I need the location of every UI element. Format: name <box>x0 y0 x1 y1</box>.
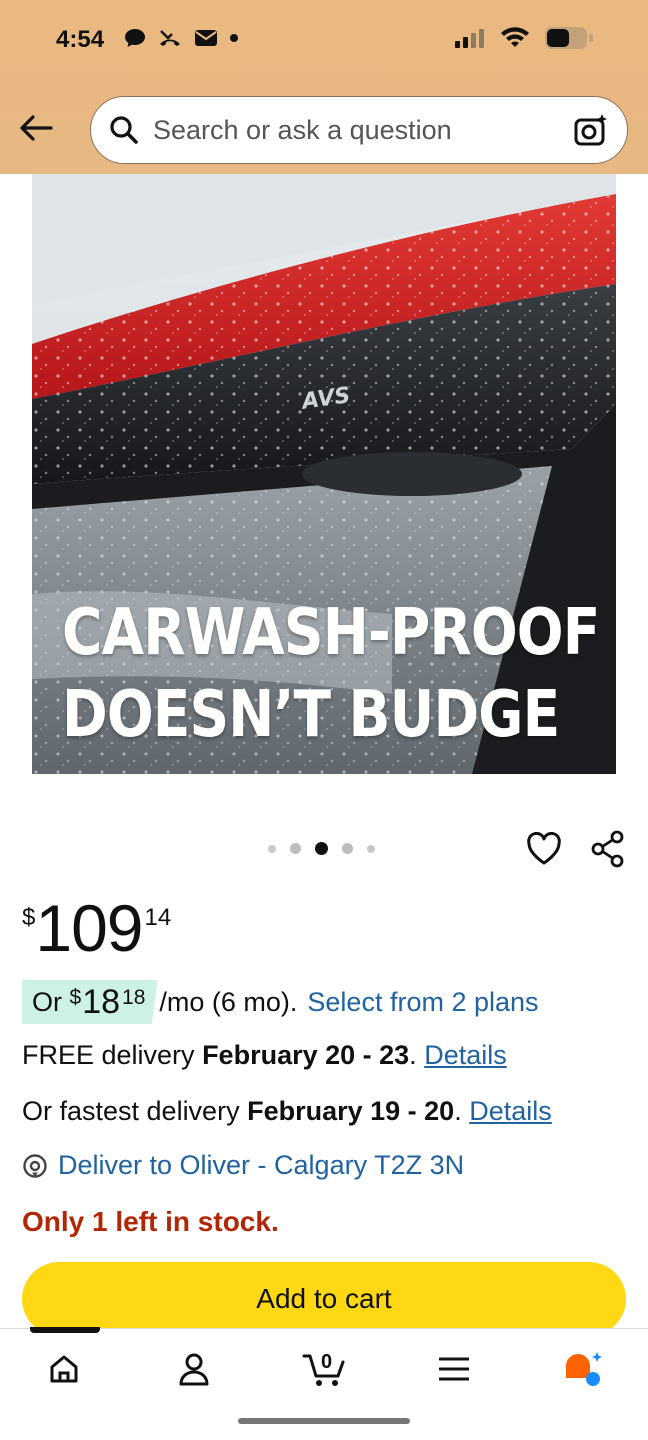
carousel-dot[interactable] <box>268 844 276 853</box>
payment-plan: Or $ 18 18 /mo (6 mo). Select from 2 pla… <box>22 980 539 1024</box>
search-icon <box>110 116 138 144</box>
carousel-indicator[interactable] <box>268 842 375 855</box>
plan-fraction: 18 <box>122 986 146 1009</box>
battery-icon <box>545 27 593 49</box>
mail-icon <box>195 30 217 46</box>
fastest-delivery-period: . <box>454 1096 462 1126</box>
nav-rufus-assistant[interactable] <box>560 1345 608 1393</box>
product-price: $ 109 14 <box>22 892 171 964</box>
cart-count: 0 <box>321 1351 333 1373</box>
status-system-icons <box>454 26 594 50</box>
camera-sparkle-icon <box>574 114 607 146</box>
plan-suffix: /mo (6 mo). <box>159 986 298 1017</box>
carousel-dot[interactable] <box>290 843 301 854</box>
menu-icon <box>439 1357 469 1381</box>
carousel-dot-active[interactable] <box>315 842 328 855</box>
fastest-delivery-details-link[interactable]: Details <box>469 1096 552 1126</box>
free-delivery-line: FREE delivery February 20 - 23. Details <box>22 1040 507 1071</box>
free-delivery-period: . <box>409 1040 417 1070</box>
fastest-delivery-line: Or fastest delivery February 19 - 20. De… <box>22 1096 552 1127</box>
status-time: 4:54 <box>56 26 105 53</box>
price-currency: $ <box>22 904 36 931</box>
search-input[interactable]: Search or ask a question <box>153 115 571 146</box>
dot-indicator-icon <box>230 34 238 42</box>
home-icon <box>50 1355 78 1383</box>
price-fraction: 14 <box>144 904 172 931</box>
carousel-dot[interactable] <box>342 843 353 854</box>
rufus-ai-icon <box>566 1352 602 1386</box>
nav-home[interactable] <box>40 1345 88 1393</box>
chat-bubble-icon <box>125 29 145 47</box>
back-button[interactable] <box>16 108 56 148</box>
price-whole: 109 <box>35 891 143 965</box>
signal-icon <box>455 29 484 48</box>
free-delivery-details-link[interactable]: Details <box>424 1040 507 1070</box>
wishlist-button[interactable] <box>526 831 562 871</box>
nav-account[interactable] <box>170 1345 218 1393</box>
wifi-icon <box>501 27 529 47</box>
deliver-to-link[interactable]: Deliver to Oliver - Calgary T2Z 3N <box>22 1150 464 1181</box>
heart-icon <box>527 831 561 865</box>
share-icon <box>591 830 624 868</box>
home-indicator <box>238 1418 410 1424</box>
account-icon <box>179 1353 209 1386</box>
nav-active-indicator <box>30 1327 100 1333</box>
free-delivery-dates: February 20 - 23 <box>202 1040 410 1070</box>
nav-menu[interactable] <box>430 1345 478 1393</box>
search-bar[interactable]: Search or ask a question <box>90 96 628 164</box>
hero-headline-line-2: DOESN’T BUDGE <box>62 678 560 752</box>
monthly-price-chip: Or $ 18 18 <box>22 980 158 1024</box>
plan-prefix: Or <box>32 986 70 1017</box>
top-header: 4:54 Search or ask a question <box>0 0 648 174</box>
stock-status: Only 1 left in stock. <box>22 1206 279 1237</box>
fastest-delivery-label: Or fastest delivery <box>22 1096 248 1126</box>
location-pin-icon <box>23 1153 47 1178</box>
back-arrow-icon <box>20 115 53 141</box>
fastest-delivery-dates: February 19 - 20 <box>247 1096 455 1126</box>
status-notification-icons <box>124 28 238 48</box>
nav-cart[interactable]: 0 <box>300 1345 350 1393</box>
carousel-dot[interactable] <box>367 844 375 853</box>
plan-whole: 18 <box>82 982 121 1021</box>
camera-search-button[interactable] <box>571 110 611 150</box>
deliver-to-text[interactable]: Deliver to Oliver - Calgary T2Z 3N <box>58 1150 464 1181</box>
free-delivery-label: FREE delivery <box>22 1040 203 1070</box>
share-button[interactable] <box>590 830 626 873</box>
hero-headline: CARWASH-PROOF DOESN’T BUDGE <box>62 592 600 756</box>
hero-headline-line-1: CARWASH-PROOF <box>62 596 600 670</box>
plan-currency: $ <box>69 986 82 1009</box>
missed-call-icon <box>160 30 180 46</box>
product-image[interactable]: AVS CARWASH-PROOF DOESN’T BUDGE <box>32 174 616 774</box>
select-plans-link[interactable]: Select from 2 plans <box>307 987 538 1018</box>
add-to-cart-button[interactable]: Add to cart <box>22 1262 626 1336</box>
